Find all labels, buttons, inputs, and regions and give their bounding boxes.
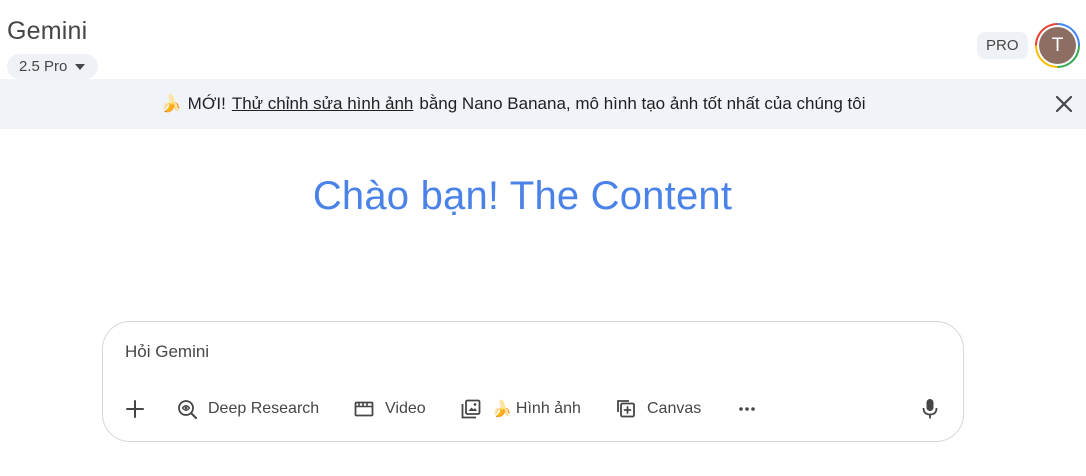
- canvas-icon: [617, 400, 635, 418]
- composer-toolbar: Deep Research Video 🍌 Hình ảnh Canvas: [103, 392, 963, 426]
- model-selector[interactable]: 2.5 Pro: [7, 54, 99, 79]
- prompt-input[interactable]: [125, 342, 825, 362]
- chevron-down-icon: [75, 63, 86, 70]
- image-label: Hình ảnh: [515, 400, 581, 417]
- avatar-ring-inner: T: [1037, 25, 1078, 66]
- banana-icon: 🍌: [492, 401, 512, 418]
- banner-prefix: MỚI!: [187, 94, 226, 113]
- avatar: T: [1039, 27, 1076, 64]
- banner-link[interactable]: Thử chỉnh sửa hình ảnh: [232, 94, 414, 114]
- add-button[interactable]: [124, 392, 146, 426]
- greeting-heading: Chào bạn! The Content: [312, 174, 733, 218]
- account-button[interactable]: T: [1035, 23, 1080, 68]
- announcement-banner: 🍌 MỚI! Thử chỉnh sửa hình ảnh bằng Nano …: [0, 79, 1086, 129]
- prompt-composer: Deep Research Video 🍌 Hình ảnh: [102, 321, 964, 442]
- deep-research-button[interactable]: Deep Research: [176, 392, 319, 426]
- app-title: Gemini: [7, 17, 88, 45]
- video-label: Video: [385, 400, 426, 417]
- banner-message: 🍌 MỚI! Thử chỉnh sửa hình ảnh bằng Nano …: [160, 94, 865, 114]
- canvas-button[interactable]: Canvas: [615, 392, 701, 426]
- canvas-label: Canvas: [647, 400, 702, 417]
- microphone-icon[interactable]: [919, 397, 941, 421]
- banana-icon: 🍌: [160, 94, 182, 113]
- plus-icon: [126, 400, 144, 418]
- more-icon: [739, 407, 755, 411]
- gemini-app: Gemini 2.5 Pro PRO T 🍌 MỚI! Thử chỉnh sử…: [0, 0, 1086, 476]
- model-label: 2.5 Pro: [19, 58, 68, 75]
- pro-badge: PRO: [977, 32, 1028, 59]
- banner-rest: bằng Nano Banana, mô hình tạo ảnh tốt nh…: [419, 94, 866, 113]
- video-icon: [354, 401, 374, 417]
- more-tools-button[interactable]: [737, 392, 757, 426]
- image-gallery-icon: [461, 399, 481, 419]
- video-button[interactable]: Video: [353, 392, 426, 426]
- deep-research-icon: [178, 400, 197, 419]
- deep-research-label: Deep Research: [208, 400, 320, 417]
- close-icon[interactable]: [1052, 92, 1076, 116]
- image-button[interactable]: 🍌 Hình ảnh: [460, 392, 581, 426]
